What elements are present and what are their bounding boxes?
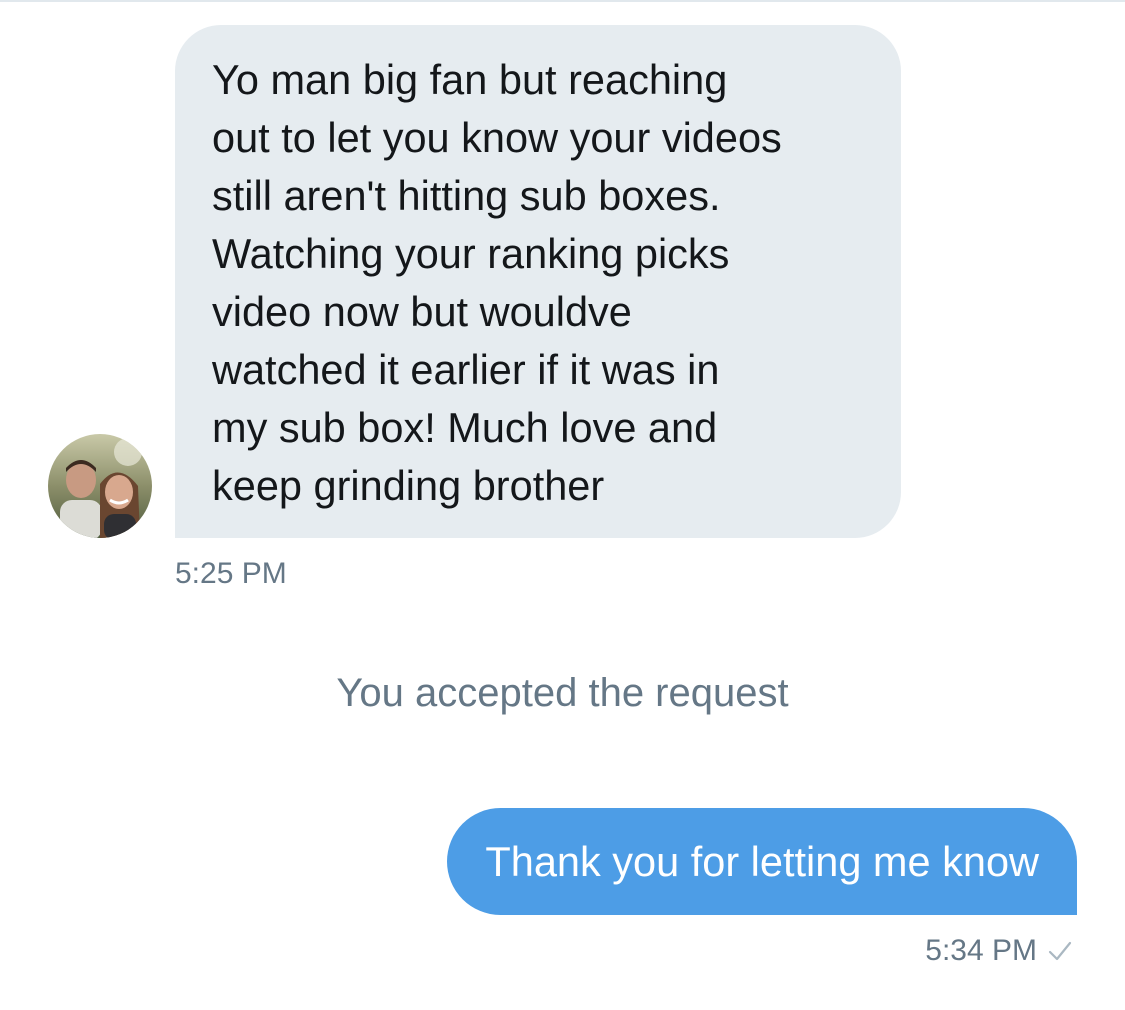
outgoing-message-timestamp: 5:34 PM — [925, 934, 1037, 967]
outgoing-message-bubble[interactable]: Thank you for letting me know — [447, 808, 1077, 915]
checkmark-icon — [1047, 938, 1073, 964]
top-divider — [0, 0, 1125, 2]
sender-avatar[interactable] — [48, 434, 152, 538]
incoming-message-bubble[interactable]: Yo man big fan but reaching out to let y… — [175, 25, 901, 538]
incoming-message-timestamp: 5:25 PM — [175, 557, 287, 590]
avatar-photo-icon — [48, 434, 152, 538]
request-accepted-notice: You accepted the request — [336, 671, 789, 715]
outgoing-message-status: 5:34 PM — [925, 932, 1073, 970]
